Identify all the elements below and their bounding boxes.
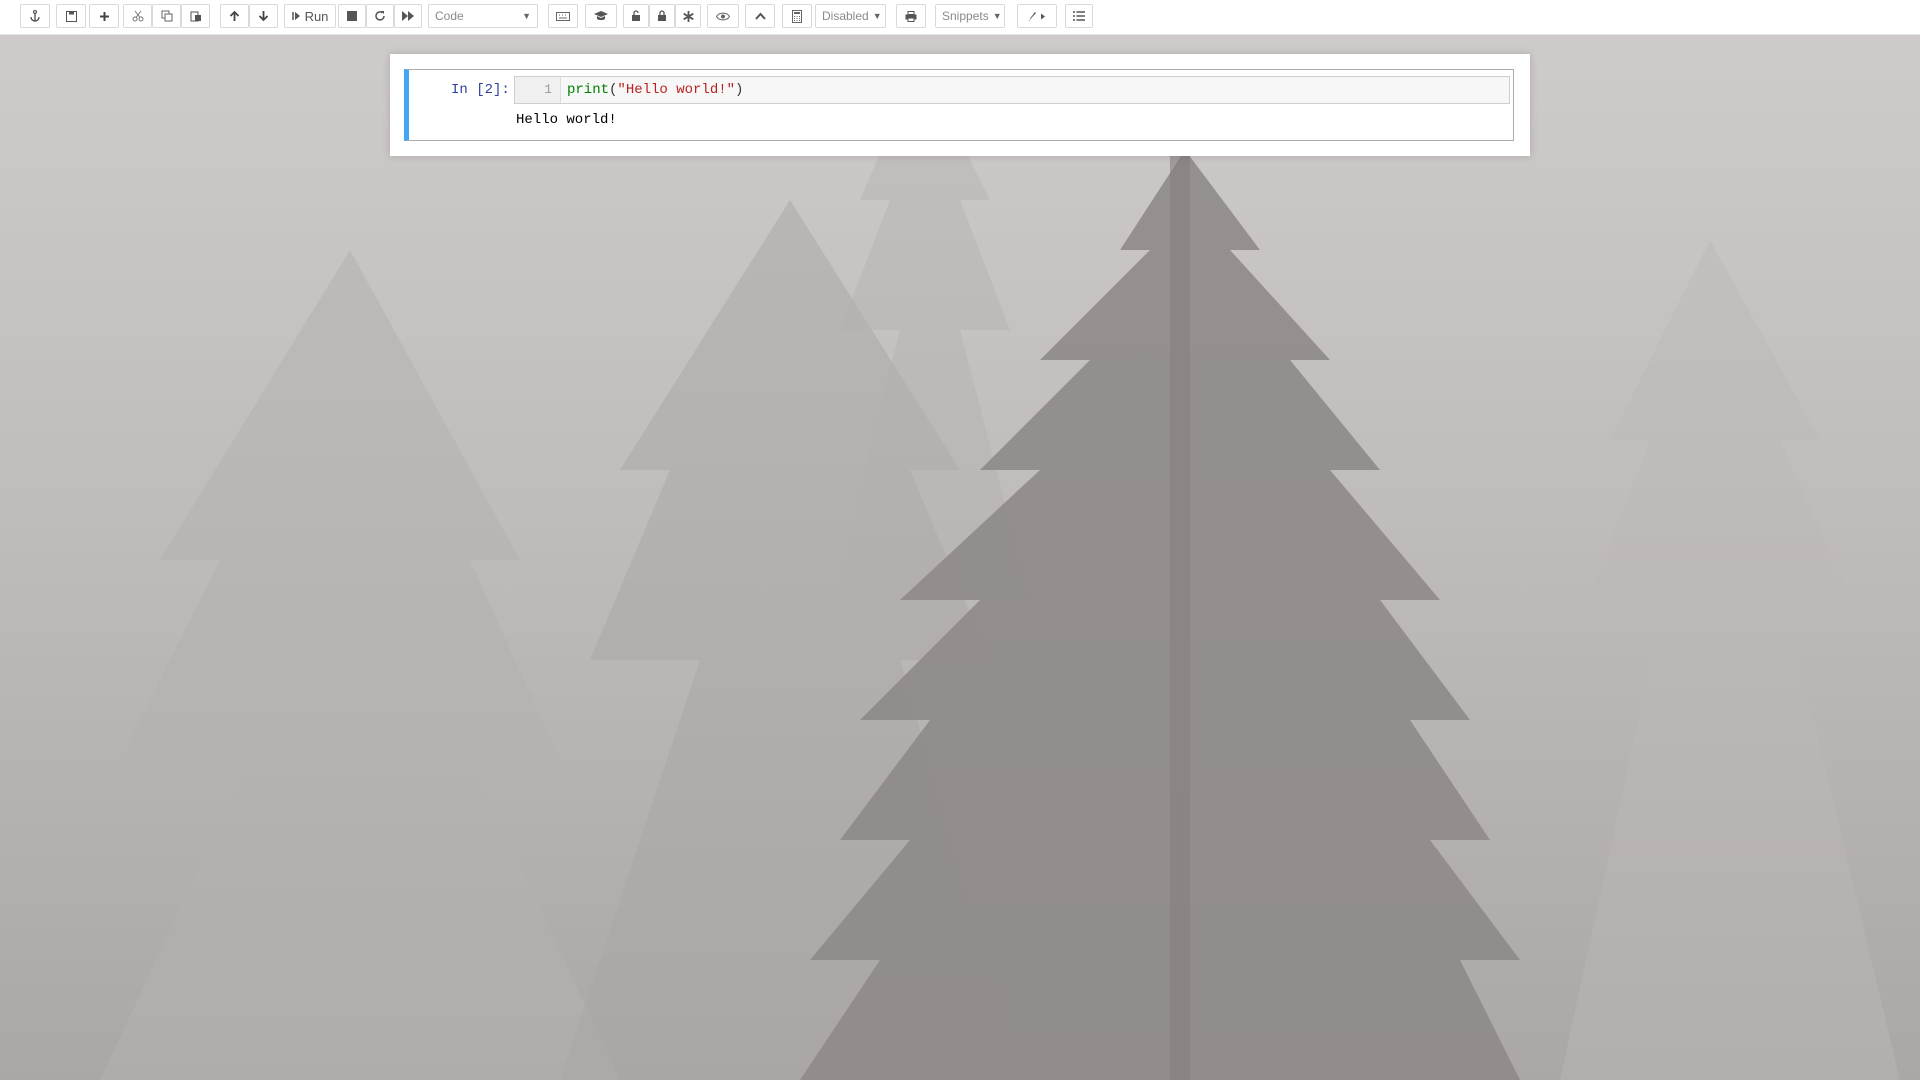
print-icon [905, 10, 917, 22]
restart-icon [375, 11, 385, 21]
tutorial-button[interactable] [585, 4, 617, 28]
graduation-cap-icon [594, 11, 608, 21]
restart-run-all-button[interactable] [394, 4, 422, 28]
background-image [0, 0, 1920, 1080]
stop-icon [347, 11, 357, 21]
chevron-down-icon: ▼ [992, 11, 1002, 21]
theme-button[interactable] [1017, 4, 1057, 28]
asterisk-icon [682, 10, 694, 22]
save-icon [65, 10, 77, 22]
chevron-down-icon: ▼ [872, 11, 882, 21]
run-button[interactable]: Run [284, 4, 336, 28]
command-palette-button[interactable] [548, 4, 578, 28]
print-button[interactable] [896, 4, 926, 28]
fast-forward-icon [402, 11, 414, 21]
interrupt-button[interactable] [338, 4, 366, 28]
toggle-visibility-button[interactable] [707, 4, 739, 28]
collapse-button[interactable] [745, 4, 775, 28]
cell-type-select[interactable]: Code ▼ [428, 4, 538, 28]
notebook-container: In [2]: 1 print("Hello world!") Hello wo… [390, 54, 1530, 156]
snippets-value: Snippets [942, 9, 989, 23]
cut-icon [132, 10, 143, 22]
arrow-down-icon [258, 11, 269, 22]
code-cell[interactable]: In [2]: 1 print("Hello world!") Hello wo… [404, 69, 1514, 141]
autosave-value: Disabled [822, 9, 869, 23]
code-editor[interactable]: 1 print("Hello world!") [514, 76, 1510, 104]
notebook-toolbar: Run Code ▼ Disabled ▼ Snippets ▼ [0, 0, 1920, 35]
anchor-icon [30, 10, 40, 22]
code-line[interactable]: print("Hello world!") [567, 77, 743, 103]
cell-type-value: Code [435, 9, 464, 23]
unlock-icon [632, 10, 640, 21]
snippets-select[interactable]: Snippets ▼ [935, 4, 1005, 28]
freeze-button[interactable] [675, 4, 701, 28]
calculator-button[interactable] [782, 4, 812, 28]
keyboard-icon [556, 11, 570, 21]
chevron-up-icon [754, 12, 766, 20]
autosave-select[interactable]: Disabled ▼ [815, 4, 886, 28]
arrow-up-icon [229, 10, 240, 21]
input-prompt: In [2]: [451, 82, 510, 98]
lock-button[interactable] [649, 4, 675, 28]
copy-button[interactable] [152, 4, 181, 28]
lock-icon [658, 10, 666, 21]
list-icon [1073, 11, 1085, 21]
save-button[interactable] [56, 4, 86, 28]
copy-icon [161, 10, 172, 22]
restart-button[interactable] [366, 4, 394, 28]
line-number: 1 [515, 77, 561, 103]
step-forward-icon [291, 12, 300, 20]
brush-icon [1027, 11, 1045, 21]
cut-button[interactable] [123, 4, 152, 28]
move-up-button[interactable] [220, 4, 249, 28]
code-string: "Hello world!" [617, 82, 736, 98]
code-function: print [567, 82, 610, 98]
paste-icon [190, 11, 201, 22]
eye-icon [716, 12, 730, 20]
cell-output: Hello world! [516, 112, 617, 128]
unlock-button[interactable] [623, 4, 649, 28]
move-down-button[interactable] [249, 4, 278, 28]
plus-icon [99, 11, 109, 21]
table-of-contents-button[interactable] [1065, 4, 1093, 28]
insert-cell-button[interactable] [89, 4, 119, 28]
code-close-paren: ) [735, 82, 744, 98]
chevron-down-icon: ▼ [522, 11, 531, 21]
run-label: Run [304, 8, 329, 24]
paste-button[interactable] [181, 4, 210, 28]
anchor-button[interactable] [20, 4, 50, 28]
calculator-icon [792, 9, 802, 23]
